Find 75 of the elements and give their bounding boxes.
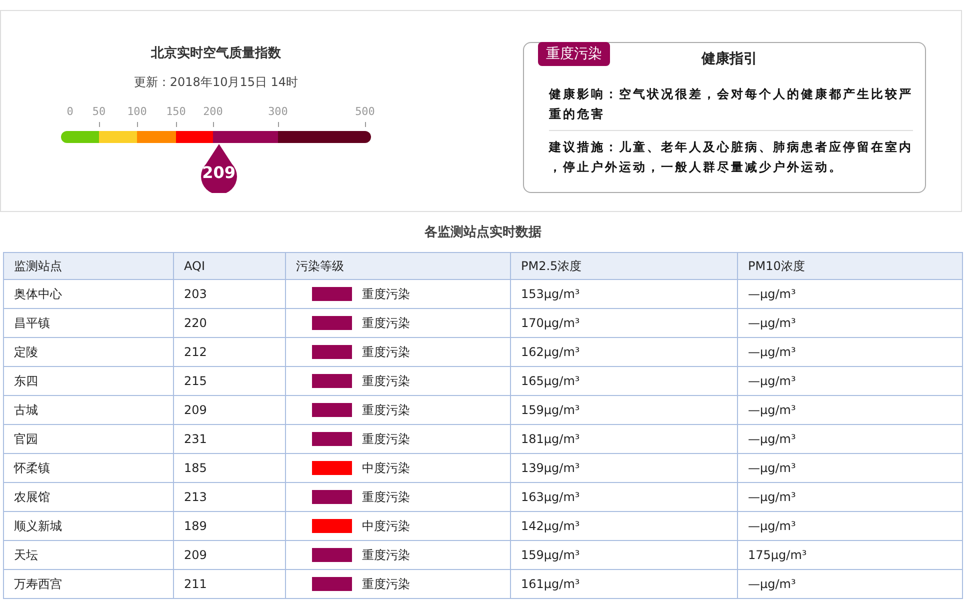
level-label: 重度污染 — [362, 286, 410, 302]
table-cell: 203 — [174, 280, 286, 308]
tick-label: 0 — [66, 105, 74, 118]
update-time: 更新：2018年10月15日 14时 — [134, 74, 298, 91]
table-cell: 昌平镇 — [4, 308, 174, 338]
table-cell: 奥体中心 — [4, 280, 174, 308]
table-cell: 怀柔镇 — [4, 454, 174, 482]
table-cell: 185 — [174, 454, 286, 482]
table-cell: 170μg/m³ — [510, 308, 738, 338]
column-header: AQI — [174, 252, 286, 280]
column-header: 污染等级 — [286, 252, 510, 280]
table-cell: 209 — [174, 540, 286, 570]
level-label: 中度污染 — [362, 518, 410, 534]
table-cell: 231 — [174, 424, 286, 454]
table-cell: —μg/m³ — [738, 280, 962, 308]
table-cell: —μg/m³ — [738, 308, 962, 338]
table-cell: 天坛 — [4, 540, 174, 570]
tick-label: 100 — [127, 105, 147, 118]
table-cell: 162μg/m³ — [510, 338, 738, 366]
level-label: 重度污染 — [362, 314, 410, 332]
table-cell: 159μg/m³ — [510, 540, 738, 570]
level-label: 重度污染 — [362, 546, 410, 564]
tick-label: 500 — [355, 105, 375, 118]
table-cell: —μg/m³ — [738, 570, 962, 598]
table-cell: 181μg/m³ — [510, 424, 738, 454]
table-cell: —μg/m³ — [738, 454, 962, 482]
level-label: 重度污染 — [362, 372, 410, 390]
table-cell: 142μg/m³ — [510, 512, 738, 540]
table-cell: —μg/m³ — [738, 424, 962, 454]
card-title: 健康指引 — [702, 50, 758, 68]
table-cell: 农展馆 — [4, 482, 174, 512]
table-cell: 220 — [174, 308, 286, 338]
table-cell: 213 — [174, 482, 286, 512]
table-cell: 139μg/m³ — [510, 454, 738, 482]
level-badge: 重度污染 — [538, 42, 610, 66]
column-header: 监测站点 — [4, 252, 174, 280]
level-label: 重度污染 — [362, 430, 410, 448]
table-cell: 153μg/m³ — [510, 280, 738, 308]
table-cell: 东四 — [4, 366, 174, 396]
table-cell: 212 — [174, 338, 286, 366]
column-header: PM10浓度 — [738, 252, 962, 280]
table-cell: 215 — [174, 366, 286, 396]
table-cell: 175μg/m³ — [738, 540, 962, 570]
table-cell: 顺义新城 — [4, 512, 174, 540]
table-cell: 官园 — [4, 424, 174, 454]
table-cell: 定陵 — [4, 338, 174, 366]
level-label: 重度污染 — [362, 402, 410, 418]
table-cell: —μg/m³ — [738, 482, 962, 512]
table-cell: 万寿西宫 — [4, 570, 174, 598]
column-header: PM2.5浓度 — [510, 252, 738, 280]
table-cell: 209 — [174, 396, 286, 424]
table-cell: —μg/m³ — [738, 366, 962, 396]
table-cell: —μg/m³ — [738, 512, 962, 540]
table-cell: 159μg/m³ — [510, 396, 738, 424]
table-cell: 161μg/m³ — [510, 570, 738, 598]
advice-text: 建议措施：儿童、老年人及心脏病、肺病患者应停留在室内，停止户外运动，一般人群尽量减少户外运动。 — [549, 139, 914, 176]
tick-label: 300 — [268, 105, 288, 118]
tick-label: 50 — [92, 105, 106, 118]
level-label: 重度污染 — [362, 576, 410, 592]
page-title: 北京实时空气质量指数 — [151, 44, 281, 62]
tick-label: 150 — [166, 105, 186, 118]
level-label: 重度污染 — [362, 488, 410, 506]
table-cell: —μg/m³ — [738, 338, 962, 366]
level-label: 中度污染 — [362, 460, 410, 476]
table-cell: —μg/m³ — [738, 396, 962, 424]
aqi-value: 209 — [202, 163, 236, 182]
table-cell: 古城 — [4, 396, 174, 424]
table-cell: 163μg/m³ — [510, 482, 738, 512]
table-cell: 165μg/m³ — [510, 366, 738, 396]
health-impact-text: 健康影响：空气状况很差，会对每个人的健康都产生比较严重的危害 — [549, 84, 913, 131]
level-label: 重度污染 — [362, 344, 410, 360]
table-cell: 211 — [174, 570, 286, 598]
table-cell: 189 — [174, 512, 286, 540]
table-title: 各监测站点实时数据 — [424, 224, 542, 242]
tick-label: 200 — [203, 105, 223, 118]
